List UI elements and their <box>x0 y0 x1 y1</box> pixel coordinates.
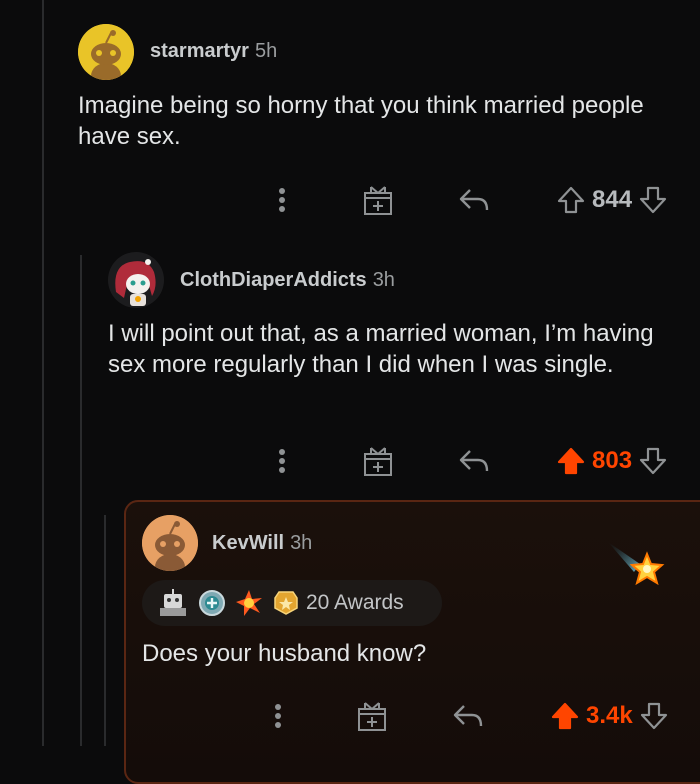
vote-controls: 844 <box>556 180 668 220</box>
upvote-icon[interactable] <box>556 446 586 476</box>
award-button[interactable] <box>356 696 388 736</box>
more-icon <box>279 188 285 212</box>
avatar[interactable] <box>78 24 134 80</box>
username[interactable]: starmartyr 5h <box>150 40 277 63</box>
more-icon <box>279 449 285 473</box>
thread-line-level-1[interactable] <box>42 0 44 746</box>
more-icon <box>275 704 281 728</box>
custom-snoo-avatar-icon <box>108 252 164 308</box>
award-button[interactable] <box>362 441 394 481</box>
username-text[interactable]: starmartyr <box>150 40 249 62</box>
gift-icon <box>364 186 392 215</box>
comment-age: 5h <box>254 40 278 62</box>
avatar[interactable] <box>142 515 198 571</box>
reply-button[interactable] <box>452 696 484 736</box>
username-text[interactable]: ClothDiaperAddicts <box>180 269 367 291</box>
reply-icon <box>459 450 489 472</box>
reply-button[interactable] <box>458 180 490 220</box>
vote-count: 3.4k <box>586 702 633 729</box>
more-button[interactable] <box>268 696 288 736</box>
vote-count: 803 <box>592 447 633 474</box>
username-text[interactable]: KevWill <box>212 532 284 554</box>
username[interactable]: ClothDiaperAddicts 3h <box>180 269 395 292</box>
comment-age: 3h <box>290 532 313 554</box>
robot-award-icon <box>160 589 186 616</box>
avatar[interactable] <box>108 252 164 308</box>
username[interactable]: KevWill 3h <box>212 532 312 555</box>
downvote-icon[interactable] <box>638 446 668 476</box>
more-button[interactable] <box>272 180 292 220</box>
comment-actions: 803 <box>0 441 700 481</box>
comment-body: I will point out that, as a married woma… <box>108 320 654 378</box>
comment-body: Does your husband know? <box>142 640 427 667</box>
snoo-avatar-icon <box>78 24 134 80</box>
comment-body: Imagine being so horny that you think ma… <box>78 92 644 150</box>
comment-age: 3h <box>372 269 395 291</box>
reply-icon <box>459 189 489 211</box>
shooting-star-icon <box>608 542 665 586</box>
snoo-avatar-icon <box>142 515 198 571</box>
award-count: 20 Awards <box>306 591 404 614</box>
downvote-icon[interactable] <box>639 701 669 731</box>
vote-count: 844 <box>592 186 633 213</box>
helpful-award-icon <box>199 590 225 616</box>
comment-actions: 844 <box>0 180 700 220</box>
downvote-icon[interactable] <box>638 185 668 215</box>
reply-button[interactable] <box>458 441 490 481</box>
reply-icon <box>453 705 483 727</box>
gift-icon <box>358 702 386 731</box>
thread-line-level-2[interactable] <box>80 255 82 746</box>
more-button[interactable] <box>272 441 292 481</box>
award-button[interactable] <box>362 180 394 220</box>
burst-award-icon <box>236 590 262 616</box>
upvote-icon[interactable] <box>550 701 580 731</box>
upvote-icon[interactable] <box>556 185 586 215</box>
vote-controls: 3.4k <box>550 696 669 736</box>
gold-award-icon <box>274 591 298 615</box>
comment-actions: 3.4k <box>0 696 700 736</box>
awards-pill[interactable]: 20 Awards <box>142 580 442 626</box>
gift-icon <box>364 447 392 476</box>
vote-controls: 803 <box>556 441 668 481</box>
